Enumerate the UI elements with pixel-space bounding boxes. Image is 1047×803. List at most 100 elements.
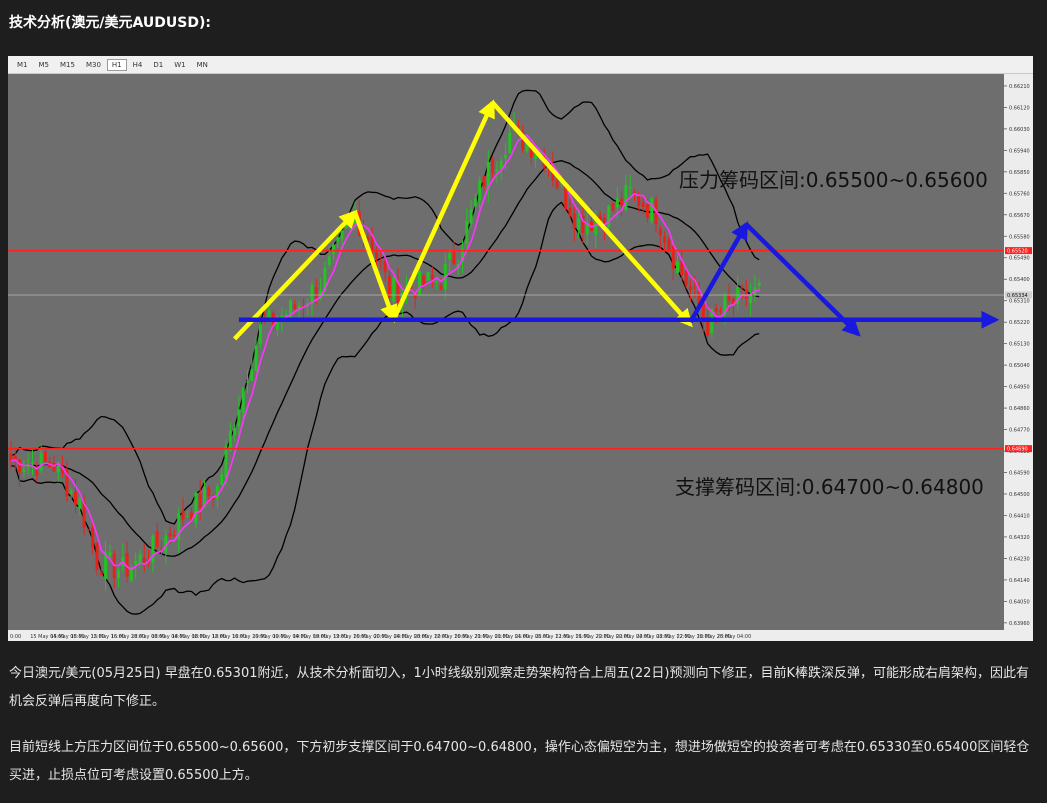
analysis-paragraph-1: 今日澳元/美元(05月25日) 早盘在0.65301附近，从技术分析面切入，1小… [9, 666, 1029, 709]
candle-body [22, 469, 26, 473]
price-tick-label: 0.66120 [1009, 105, 1030, 111]
candle-body [572, 213, 576, 229]
candle-body [254, 345, 258, 372]
price-tick-label: 0.66210 [1009, 84, 1030, 90]
price-tick-label: 0.64500 [1009, 492, 1030, 498]
timeframe-button-d1[interactable]: D1 [148, 59, 168, 71]
candle-body [568, 207, 572, 217]
time-tick-label: 0:00 [10, 634, 21, 640]
timeframe-button-m30[interactable]: M30 [81, 59, 106, 71]
price-tick-label: 0.64860 [1009, 406, 1030, 412]
candle-body [637, 196, 641, 207]
current-price-tag: 0.65334 [1005, 291, 1032, 299]
timeframe-button-h1[interactable]: H1 [106, 58, 127, 71]
candle-body [91, 528, 95, 547]
candle-body [504, 154, 507, 159]
candle-body [495, 169, 499, 172]
candle-body [95, 543, 99, 571]
candle-body [207, 487, 211, 497]
candle-body [241, 387, 245, 413]
candle-body [18, 459, 22, 473]
candle-body [13, 456, 17, 460]
candle-body [379, 261, 383, 263]
candle-body [340, 230, 344, 240]
candle-body [482, 176, 486, 187]
candle-body [78, 498, 82, 509]
candle-body [435, 281, 439, 283]
candle-body [392, 277, 396, 302]
price-tick-label: 0.65310 [1009, 299, 1030, 305]
price-tick-label: 0.65670 [1009, 213, 1030, 219]
candle-body [134, 560, 138, 565]
timeframe-button-mn[interactable]: MN [192, 59, 213, 71]
price-tick-label: 0.64950 [1009, 385, 1030, 391]
candle-body [237, 409, 241, 427]
price-tick-label: 0.66030 [1009, 127, 1030, 133]
candle-body [473, 198, 477, 207]
candle-body [719, 310, 722, 313]
candle-body [744, 289, 748, 299]
candle-body [108, 552, 112, 556]
price-tick-label: 0.64230 [1009, 556, 1030, 562]
candle-body [314, 287, 318, 299]
candle-body [194, 492, 198, 523]
candle-body [740, 286, 744, 288]
price-tick-label: 0.64320 [1009, 535, 1030, 541]
candle-body [39, 453, 43, 471]
candle-body [671, 245, 675, 269]
analysis-paragraph-2: 目前短线上方压力区间位于0.65500~0.65600，下方初步支撑区间于0.6… [9, 740, 1030, 783]
candle-body [641, 202, 645, 207]
price-tick-label: 0.65940 [1009, 148, 1030, 154]
candle-body [628, 187, 632, 189]
candle-body [663, 236, 667, 243]
timeframe-button-m15[interactable]: M15 [55, 59, 80, 71]
time-tick-label: 25 May 04:00 [717, 634, 751, 640]
price-tick-label: 0.65220 [1009, 320, 1030, 326]
candle-body [607, 205, 611, 228]
candle-body [172, 535, 176, 537]
candle-body [714, 308, 718, 312]
candle-body [69, 490, 73, 494]
candle-body [439, 285, 443, 290]
candle-body [336, 237, 340, 243]
candle-body [633, 191, 636, 193]
candle-body [676, 261, 679, 273]
candle [426, 271, 430, 281]
candle-body [52, 463, 56, 472]
candle-body [645, 204, 649, 219]
price-tick-label: 0.64590 [1009, 471, 1030, 477]
current-price-tag-text: 0.65334 [1007, 293, 1028, 299]
price-tick-label: 0.65490 [1009, 256, 1030, 262]
candle-body [478, 180, 482, 201]
support-zone-annotation: 支撑筹码区间:0.64700~0.64800 [675, 475, 984, 499]
candle-body [465, 220, 469, 245]
candle-body [650, 198, 654, 222]
candle-body [426, 272, 430, 281]
candle-body [688, 285, 692, 291]
price-tick-label: 0.64050 [1009, 599, 1030, 605]
timeframe-button-w1[interactable]: W1 [169, 59, 190, 71]
candle-body [246, 381, 249, 383]
candle-body [43, 451, 47, 462]
candle-body [258, 324, 262, 345]
candle-body [749, 294, 753, 303]
candle [607, 204, 611, 231]
price-tick-label: 0.65850 [1009, 170, 1030, 176]
candle-body [508, 132, 512, 154]
candle-body [611, 202, 615, 211]
candle-body [185, 516, 189, 518]
price-tick-label: 0.64140 [1009, 578, 1030, 584]
timeframe-button-m1[interactable]: M1 [12, 59, 33, 71]
candle-body [757, 282, 761, 286]
candle-body [667, 239, 671, 251]
candle-body [224, 446, 228, 479]
candle-body [620, 198, 624, 206]
candle-body [198, 493, 202, 509]
timeframe-button-h4[interactable]: H4 [128, 59, 148, 71]
timeframe-button-m5[interactable]: M5 [34, 59, 55, 71]
candle-body [117, 570, 120, 579]
candle [650, 196, 654, 225]
candle-body [142, 557, 146, 563]
candle-body [181, 510, 185, 520]
candle-body [684, 270, 688, 286]
